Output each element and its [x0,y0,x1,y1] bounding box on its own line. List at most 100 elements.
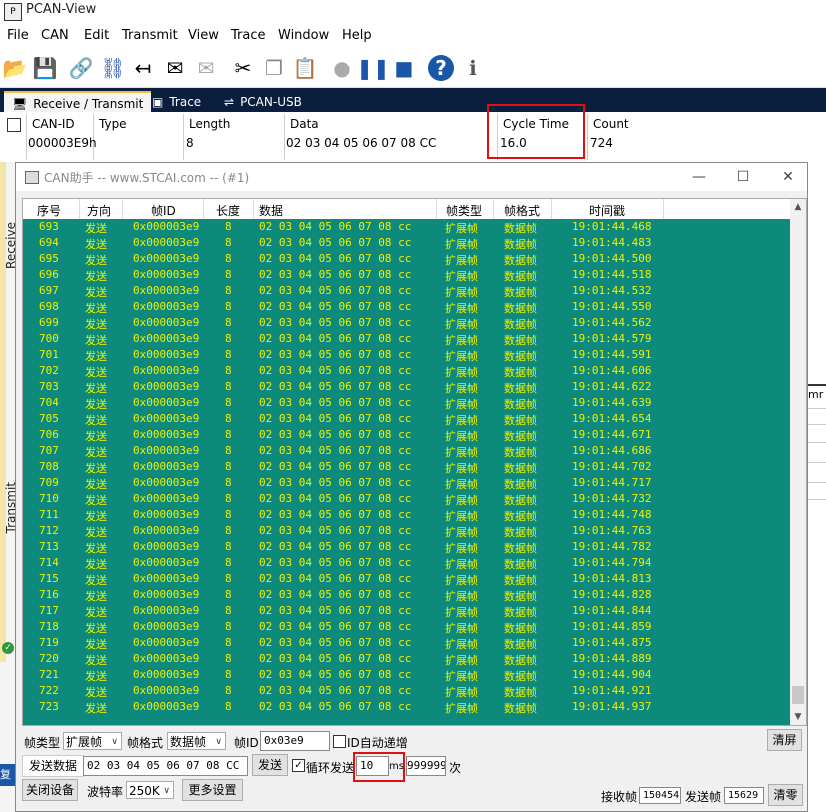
table-row[interactable]: 705 发送 0x000003e9 8 02 03 04 05 06 07 08 cc 扩… [23,411,790,427]
frame-id-input[interactable]: 0x03e9 [260,731,330,751]
table-row[interactable]: 701 发送 0x000003e9 8 02 03 04 05 06 07 08 cc 扩… [23,347,790,363]
send-data-input[interactable]: 02 03 04 05 06 07 08 CC [83,756,248,776]
save-icon[interactable]: 💾 [32,55,58,81]
reset-arrow-icon[interactable]: ↤ [130,55,156,81]
row-frame-id: 0x000003e9 [133,540,200,553]
menu-can[interactable]: CAN [41,28,69,43]
row-length: 8 [225,428,232,441]
help-icon[interactable]: ? [428,55,454,81]
table-row[interactable]: 695 发送 0x000003e9 8 02 03 04 05 06 07 08 cc 扩… [23,251,790,267]
table-row[interactable]: 699 发送 0x000003e9 8 02 03 04 05 06 07 08 cc 扩… [23,315,790,331]
close-device-button[interactable]: 关闭设备 [22,779,78,801]
menu-trace[interactable]: Trace [231,28,266,43]
minimize-icon[interactable]: — [685,166,713,188]
table-row[interactable]: 697 发送 0x000003e9 8 02 03 04 05 06 07 08 cc 扩… [23,283,790,299]
reset-counts-button[interactable]: 清零 [768,784,803,806]
table-row[interactable]: 713 发送 0x000003e9 8 02 03 04 05 06 07 08 cc 扩… [23,539,790,555]
baud-rate-select[interactable]: 250K ∨ [126,781,174,799]
tab-receive-transmit[interactable]: 🖥 Receive / Transmit [4,91,152,114]
table-row[interactable]: 709 发送 0x000003e9 8 02 03 04 05 06 07 08 cc 扩… [23,475,790,491]
table-row[interactable]: 721 发送 0x000003e9 8 02 03 04 05 06 07 08 cc 扩… [23,667,790,683]
table-row[interactable]: 707 发送 0x000003e9 8 02 03 04 05 06 07 08 cc 扩… [23,443,790,459]
grid-col-timestamp[interactable]: 时间戳 [589,202,625,219]
new-message-icon[interactable]: ✉ [162,55,188,81]
menu-file[interactable]: File [7,28,29,43]
cell-length: 8 [186,136,194,150]
menu-help[interactable]: Help [342,28,372,43]
maximize-icon[interactable]: ☐ [729,166,757,188]
grid-scrollbar[interactable]: ▲ ▼ [790,199,806,725]
col-type[interactable]: Type [99,117,127,131]
scroll-up-icon[interactable]: ▲ [790,199,806,215]
left-partial-button[interactable]: 复 [0,764,15,786]
table-row[interactable]: 714 发送 0x000003e9 8 02 03 04 05 06 07 08 cc 扩… [23,555,790,571]
table-row[interactable]: 717 发送 0x000003e9 8 02 03 04 05 06 07 08 cc 扩… [23,603,790,619]
grid-col-length[interactable]: 长度 [216,202,240,219]
grid-col-direction[interactable]: 方向 [87,202,111,219]
menu-window[interactable]: Window [278,28,329,43]
table-row[interactable]: 706 发送 0x000003e9 8 02 03 04 05 06 07 08 cc 扩… [23,427,790,443]
table-row[interactable]: 710 发送 0x000003e9 8 02 03 04 05 06 07 08 cc 扩… [23,491,790,507]
table-row[interactable]: 712 发送 0x000003e9 8 02 03 04 05 06 07 08 cc 扩… [23,523,790,539]
table-row[interactable]: 700 发送 0x000003e9 8 02 03 04 05 06 07 08 cc 扩… [23,331,790,347]
connect-icon[interactable]: 🔗 [68,55,94,81]
col-data[interactable]: Data [290,117,319,131]
row-frame-type: 扩展帧 [445,334,478,347]
table-row[interactable]: 723 发送 0x000003e9 8 02 03 04 05 06 07 08 cc 扩… [23,699,790,715]
table-row[interactable]: 696 发送 0x000003e9 8 02 03 04 05 06 07 08 cc 扩… [23,267,790,283]
grid-col-frame-type[interactable]: 帧类型 [446,202,482,219]
clear-screen-button[interactable]: 清屏 [767,729,802,751]
scroll-thumb[interactable] [792,686,804,704]
row-frame-type: 扩展帧 [445,222,478,235]
table-row[interactable]: 708 发送 0x000003e9 8 02 03 04 05 06 07 08 cc 扩… [23,459,790,475]
table-select-icon[interactable] [7,118,21,132]
col-count[interactable]: Count [593,117,629,131]
paste-icon[interactable]: 📋 [292,55,318,81]
table-row[interactable]: 719 发送 0x000003e9 8 02 03 04 05 06 07 08 cc 扩… [23,635,790,651]
frame-type-select[interactable]: 扩展帧 ∨ [63,732,122,750]
record-icon[interactable]: ● [329,55,355,81]
pause-icon[interactable]: ❚❚ [356,55,390,81]
row-seq: 698 [39,300,59,313]
cut-icon[interactable]: ✂ [230,55,256,81]
table-row[interactable]: 693 发送 0x000003e9 8 02 03 04 05 06 07 08 cc 扩… [23,219,790,235]
id-auto-increment-checkbox[interactable] [333,735,346,748]
stop-icon[interactable]: ■ [391,55,417,81]
menu-view[interactable]: View [188,28,219,43]
menu-transmit[interactable]: Transmit [122,28,178,43]
col-can-id[interactable]: CAN-ID [32,117,75,131]
cycle-send-checkbox[interactable]: ✓ [292,759,305,772]
frame-format-select[interactable]: 数据帧 ∨ [167,732,226,750]
table-row[interactable]: 703 发送 0x000003e9 8 02 03 04 05 06 07 08 cc 扩… [23,379,790,395]
table-row[interactable]: 694 发送 0x000003e9 8 02 03 04 05 06 07 08 cc 扩… [23,235,790,251]
info-icon[interactable]: ℹ [460,55,486,81]
open-folder-icon[interactable]: 📂 [2,55,28,81]
table-row[interactable]: 715 发送 0x000003e9 8 02 03 04 05 06 07 08 cc 扩… [23,571,790,587]
cycle-count-input[interactable]: 999999 [406,756,446,776]
menu-edit[interactable]: Edit [84,28,109,43]
table-row[interactable]: 711 发送 0x000003e9 8 02 03 04 05 06 07 08 cc 扩… [23,507,790,523]
grid-col-frame-id[interactable]: 帧ID [151,202,176,219]
disconnect-icon[interactable]: ⛓ [100,55,126,81]
send-button[interactable]: 发送 [252,754,288,776]
grid-col-frame-format[interactable]: 帧格式 [504,202,540,219]
table-row[interactable]: 698 发送 0x000003e9 8 02 03 04 05 06 07 08 cc 扩… [23,299,790,315]
table-row[interactable]: 702 发送 0x000003e9 8 02 03 04 05 06 07 08 cc 扩… [23,363,790,379]
copy-icon[interactable]: ❐ [261,55,287,81]
close-icon[interactable]: ✕ [774,166,802,188]
table-row[interactable]: 704 发送 0x000003e9 8 02 03 04 05 06 07 08 cc 扩… [23,395,790,411]
col-length[interactable]: Length [189,117,230,131]
scroll-down-icon[interactable]: ▼ [790,709,806,725]
tab-trace[interactable]: ▣ Trace [144,91,209,112]
table-row[interactable]: 720 发送 0x000003e9 8 02 03 04 05 06 07 08 cc 扩… [23,651,790,667]
grid-col-data[interactable]: 数据 [259,202,283,219]
table-row[interactable]: 722 发送 0x000003e9 8 02 03 04 05 06 07 08 cc 扩… [23,683,790,699]
tab-pcan-usb[interactable]: ⇌ PCAN-USB [216,91,310,112]
more-settings-button[interactable]: 更多设置 [182,779,243,801]
row-seq: 704 [39,396,59,409]
grid-col-seq[interactable]: 序号 [37,202,61,219]
row-frame-format: 数据帧 [504,398,537,411]
table-row[interactable]: 718 发送 0x000003e9 8 02 03 04 05 06 07 08 cc 扩… [23,619,790,635]
edit-message-icon[interactable]: ✉ [193,55,219,81]
table-row[interactable]: 716 发送 0x000003e9 8 02 03 04 05 06 07 08 cc 扩… [23,587,790,603]
